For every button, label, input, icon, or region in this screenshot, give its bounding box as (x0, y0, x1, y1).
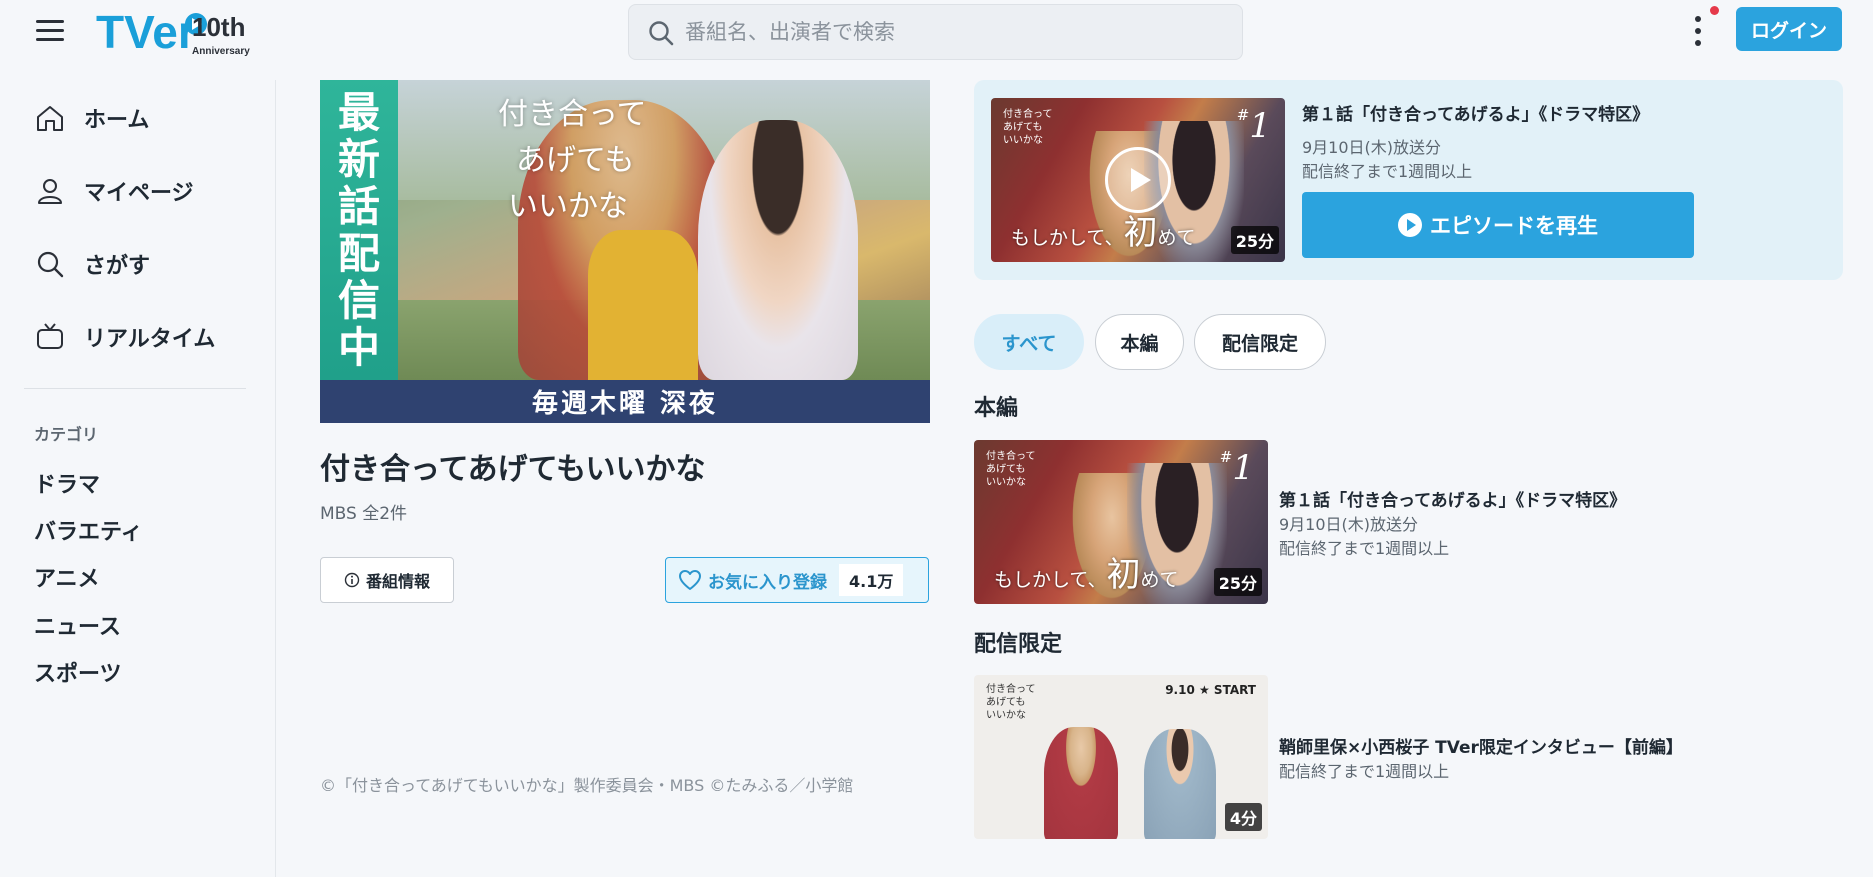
show-meta: MBS 全2件 (320, 504, 408, 524)
heart-icon (679, 570, 701, 590)
thumbnail-caption: もしかして、初めて (994, 555, 1179, 595)
featured-episode-date: 9月10日(木)放送分 (1302, 138, 1442, 157)
section-heading-main: 本編 (974, 396, 1019, 421)
notification-dot (1710, 6, 1719, 15)
tv-icon (37, 323, 63, 349)
header: TVer 10th Anniversary ログイン (0, 0, 1873, 62)
search-input[interactable] (685, 5, 1225, 59)
latest-episode-banner: 最 新 話 配 信 中 (320, 80, 398, 380)
copyright-text: ©「付き合ってあげてもいいかな」製作委員会・MBS ©たみふる／小学館 (320, 776, 854, 795)
filter-all[interactable]: すべて (974, 314, 1084, 370)
home-icon (37, 106, 63, 131)
category-item-news[interactable]: ニュース (34, 609, 121, 641)
sidebar-item-search[interactable]: さがす (34, 240, 244, 288)
featured-episode-thumbnail[interactable]: 付き合って あげても いいかな #1 もしかして、初めて 25分 (991, 98, 1285, 262)
episode-number-mark: #1 (1219, 448, 1254, 488)
thumbnail-caption: もしかして、初めて (1011, 213, 1196, 253)
sidebar-item-realtime[interactable]: リアルタイム (34, 313, 244, 361)
sidebar-item-label: さがす (84, 254, 151, 279)
search-icon (37, 251, 64, 278)
category-item-anime[interactable]: アニメ (34, 561, 100, 593)
info-icon (344, 572, 360, 588)
sidebar-item-label: リアルタイム (84, 327, 216, 352)
filter-main[interactable]: 本編 (1095, 314, 1184, 370)
category-heading: カテゴリ (34, 425, 99, 444)
show-info-button[interactable]: 番組情報 (320, 557, 454, 603)
category-item-sports[interactable]: スポーツ (34, 656, 122, 688)
play-circle-icon (1398, 213, 1422, 237)
category-item-variety[interactable]: バラエティ (34, 514, 143, 546)
broadcast-schedule-band: 毎週木曜 深夜 (320, 380, 930, 423)
thumbnail-title-art: 付き合って あげても いいかな (986, 451, 1036, 488)
search-bar[interactable] (628, 4, 1243, 60)
favorite-count: 4.1万 (839, 564, 904, 596)
favorite-button[interactable]: お気に入り登録 4.1万 (665, 557, 929, 603)
sidebar-item-label: ホーム (84, 108, 150, 133)
sidebar: ホーム マイページ さがす リアルタイム カテゴリ ドラマ バラエティ アニメ … (0, 80, 276, 877)
login-button[interactable]: ログイン (1736, 7, 1842, 51)
episode-number-mark: #1 (1236, 106, 1271, 146)
play-episode-button[interactable]: エピソードを再生 (1302, 192, 1694, 258)
more-options-icon[interactable] (1686, 10, 1710, 52)
hero-title-art: 付き合って あげても いいかな (498, 97, 647, 224)
thumbnail-title-art: 付き合って あげても いいかな (1003, 109, 1053, 146)
limited-episode-thumbnail[interactable]: 付き合って あげても いいかな 9.10 ★ START 4分 (974, 675, 1268, 839)
filter-limited[interactable]: 配信限定 (1194, 314, 1326, 370)
play-icon[interactable] (1105, 147, 1171, 213)
sidebar-item-home[interactable]: ホーム (34, 94, 244, 142)
svg-text:Anniversary: Anniversary (192, 46, 250, 57)
category-item-drama[interactable]: ドラマ (34, 467, 100, 499)
episode-date: 9月10日(木)放送分 (1279, 515, 1419, 534)
svg-text:TVer: TVer (96, 6, 196, 58)
section-heading-limited: 配信限定 (974, 632, 1063, 657)
hero-photo: 付き合って あげても いいかな (398, 80, 930, 380)
sidebar-item-label: マイページ (84, 181, 194, 206)
episode-availability: 配信終了まで1週間以上 (1279, 762, 1450, 781)
show-hero-image: 付き合って あげても いいかな 最 新 話 配 信 中 毎週木曜 深夜 (320, 80, 930, 423)
thumbnail-title-art: 付き合って あげても いいかな (986, 684, 1036, 721)
episode-availability: 配信終了まで1週間以上 (1279, 539, 1450, 558)
duration-badge: 25分 (1213, 568, 1262, 596)
episode-thumbnail[interactable]: 付き合って あげても いいかな #1 もしかして、初めて 25分 (974, 440, 1268, 604)
duration-badge: 4分 (1224, 803, 1262, 831)
duration-badge: 25分 (1230, 226, 1279, 254)
show-title: 付き合ってあげてもいいかな (320, 452, 706, 487)
hamburger-menu-icon[interactable] (36, 20, 64, 42)
tver-logo[interactable]: TVer 10th Anniversary (96, 2, 264, 62)
featured-episode-title[interactable]: 第１話「付き合ってあげるよ」《ドラマ特区》 (1302, 100, 1649, 125)
sidebar-item-mypage[interactable]: マイページ (34, 167, 244, 215)
search-icon (649, 21, 674, 46)
user-icon (38, 179, 62, 204)
episode-title[interactable]: 第１話「付き合ってあげるよ」《ドラマ特区》 (1279, 486, 1626, 511)
sidebar-divider (24, 388, 246, 389)
svg-text:10th: 10th (192, 12, 245, 42)
start-date-label: 9.10 ★ START (1165, 683, 1256, 697)
episode-title[interactable]: 鞘師里保×小西桜子 TVer限定インタビュー【前編】 (1279, 733, 1683, 758)
featured-episode-availability: 配信終了まで1週間以上 (1302, 162, 1473, 181)
